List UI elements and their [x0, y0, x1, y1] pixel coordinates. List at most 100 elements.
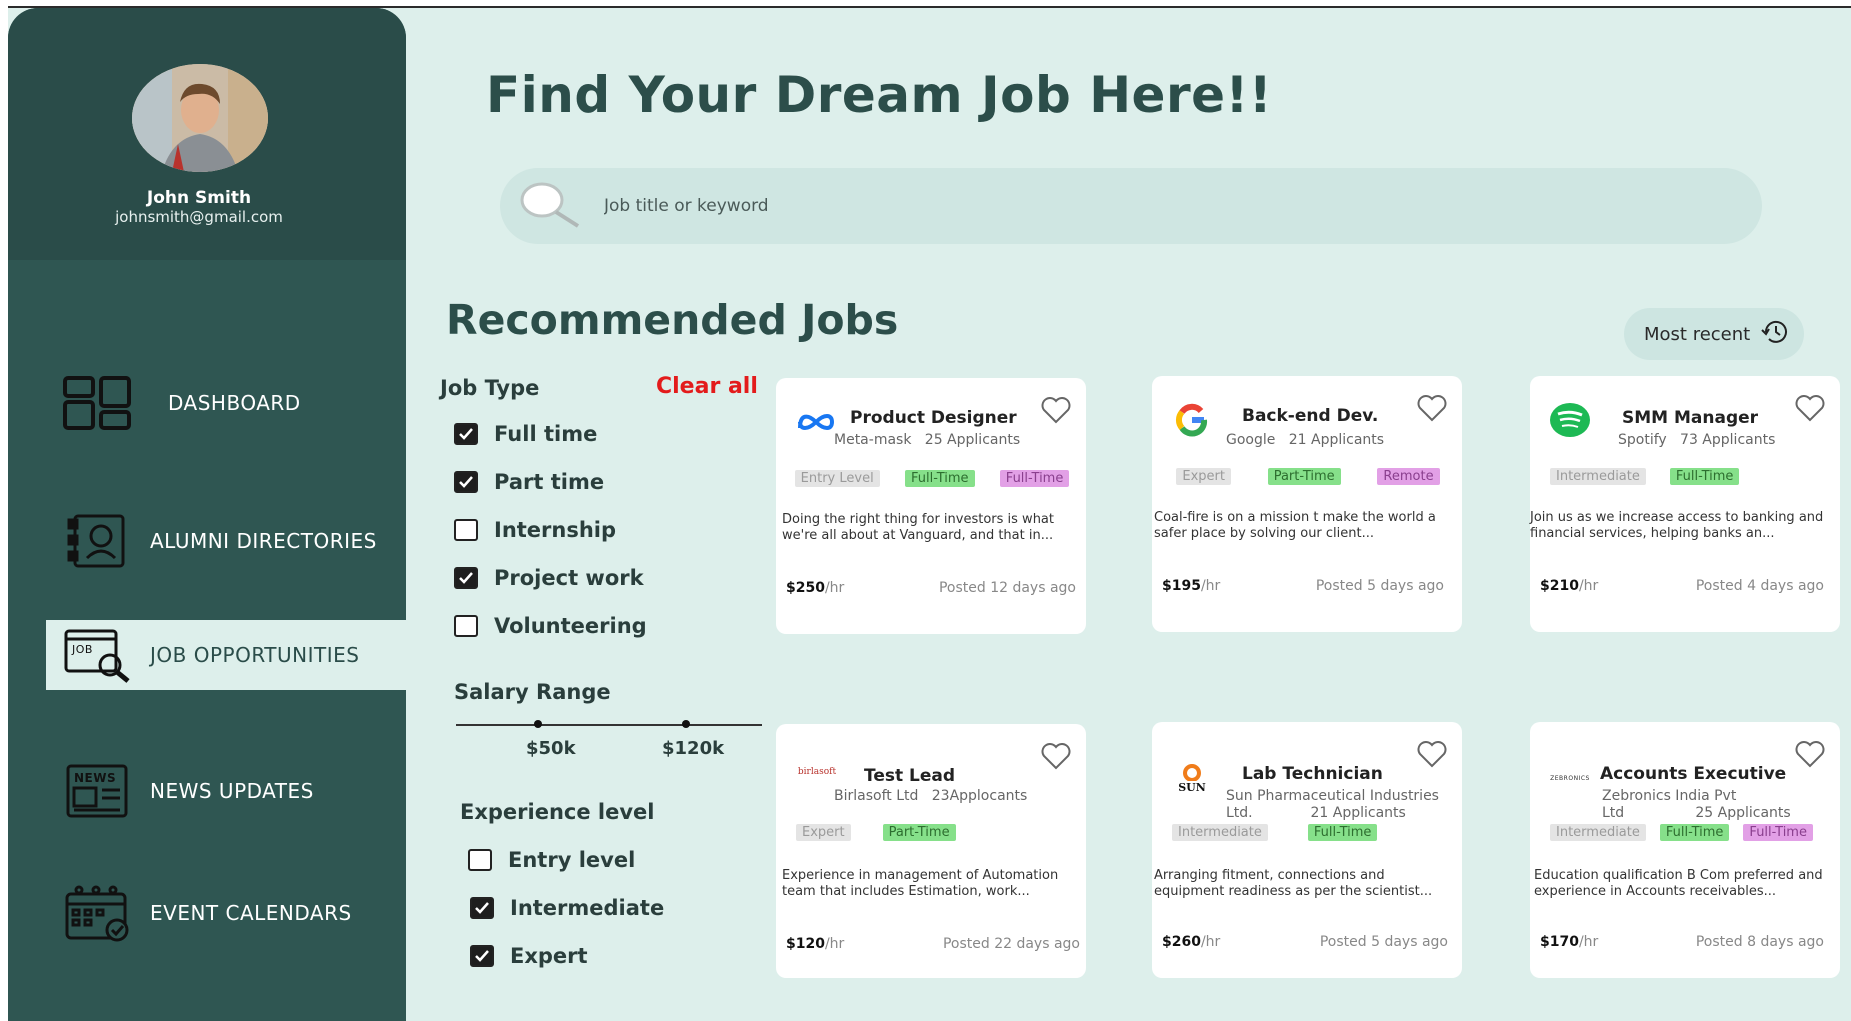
job-rate: $210/hr — [1540, 578, 1599, 594]
nav-label: EVENT CALENDARS — [150, 901, 352, 925]
tag: Intermediate — [1550, 824, 1646, 841]
job-type-project-work[interactable]: Project work — [454, 566, 644, 590]
profile-panel: John Smith johnsmith@gmail.com — [8, 8, 406, 260]
heart-icon[interactable] — [1040, 742, 1072, 770]
job-type-full-time[interactable]: Full time — [454, 422, 597, 446]
heart-icon[interactable] — [1794, 394, 1826, 422]
checkbox-empty-icon[interactable] — [454, 615, 478, 637]
checkbox-label: Entry level — [508, 848, 636, 872]
tag: Remote — [1377, 468, 1440, 485]
meta-logo-icon — [794, 402, 838, 442]
sort-dropdown[interactable]: Most recent — [1624, 308, 1804, 360]
job-card-back-end-dev[interactable]: Back-end Dev. Google 21 Applicants Exper… — [1152, 376, 1462, 632]
search-bar[interactable] — [500, 168, 1762, 244]
tag: Full-Time — [999, 470, 1070, 487]
job-search-icon: JOB — [62, 625, 132, 685]
heart-icon[interactable] — [1794, 740, 1826, 768]
salary-min-label: $50k — [526, 738, 576, 759]
nav-item-dashboard[interactable]: DASHBOARD — [8, 368, 406, 438]
sort-label: Most recent — [1644, 323, 1751, 345]
job-type-internship[interactable]: Internship — [454, 518, 616, 542]
tag: Expert — [1176, 468, 1231, 485]
checkbox-empty-icon[interactable] — [468, 849, 492, 871]
google-logo-icon — [1170, 400, 1214, 440]
job-title: SMM Manager — [1622, 408, 1759, 428]
clear-all-link[interactable]: Clear all — [656, 374, 758, 399]
heart-icon[interactable] — [1416, 740, 1448, 768]
tag: Full-Time — [1669, 468, 1740, 485]
salary-max-label: $120k — [662, 738, 725, 759]
posted-date: Posted 12 days ago — [938, 580, 1076, 596]
tag-list: Intermediate Full-Time Full-Time — [1550, 824, 1850, 841]
experience-intermediate[interactable]: Intermediate — [470, 896, 664, 920]
nav-item-alumni-directories[interactable]: ALUMNI DIRECTORIES — [8, 506, 406, 576]
company-info: Sun Pharmaceutical Industries Ltd. 21 Ap… — [1226, 788, 1439, 821]
tag: Full-Time — [1659, 824, 1730, 841]
job-card-accounts-executive[interactable]: ZEBRONICS Accounts Executive Zebronics I… — [1530, 722, 1840, 978]
tag: Entry Level — [794, 470, 880, 487]
job-rate: $250/hr — [786, 580, 845, 596]
tag-list: Entry Level Full-Time Full-Time — [782, 470, 1082, 487]
search-icon — [518, 180, 584, 230]
user-name: John Smith — [146, 188, 252, 208]
spotify-logo-icon — [1548, 400, 1592, 440]
slider-handle-min[interactable] — [534, 720, 542, 728]
avatar[interactable] — [132, 64, 268, 172]
job-title: Accounts Executive — [1600, 764, 1787, 784]
tag: Full-Time — [1743, 824, 1813, 841]
job-title: Product Designer — [850, 408, 1017, 428]
heart-icon[interactable] — [1416, 394, 1448, 422]
job-title: Test Lead — [864, 766, 956, 786]
sun-pharma-logo-icon: SUN — [1170, 758, 1214, 798]
svg-text:NEWS: NEWS — [74, 771, 116, 785]
checkbox-checked-icon[interactable] — [470, 945, 494, 967]
checkbox-label: Part time — [494, 470, 605, 494]
nav-item-event-calendars[interactable]: EVENT CALENDARS — [8, 878, 406, 948]
experience-entry-level[interactable]: Entry level — [468, 848, 635, 872]
job-card-smm-manager[interactable]: SMM Manager Spotify 73 Applicants Interm… — [1530, 376, 1840, 632]
job-card-lab-technician[interactable]: SUN Lab Technician Sun Pharmaceutical In… — [1152, 722, 1462, 978]
job-rate: $195/hr — [1162, 578, 1221, 594]
job-title: Lab Technician — [1242, 764, 1383, 784]
checkbox-checked-icon[interactable] — [454, 567, 478, 589]
birlasoft-logo-icon: birlasoft — [797, 767, 837, 777]
checkbox-checked-icon[interactable] — [454, 423, 478, 445]
job-description: Doing the right thing for investors is w… — [782, 512, 1054, 543]
salary-range-heading: Salary Range — [454, 680, 611, 704]
salary-slider[interactable] — [456, 720, 762, 728]
tag: Intermediate — [1550, 468, 1646, 485]
job-type-part-time[interactable]: Part time — [454, 470, 604, 494]
job-type-volunteering[interactable]: Volunteering — [454, 614, 647, 638]
experience-expert[interactable]: Expert — [470, 944, 588, 968]
page-title: Find Your Dream Job Here!! — [486, 66, 1273, 124]
tag: Intermediate — [1172, 824, 1268, 841]
job-card-test-lead[interactable]: birlasoft Test Lead Birlasoft Ltd 23Appl… — [776, 724, 1086, 978]
tag: Part-Time — [1267, 468, 1341, 485]
job-description: Education qualification B Com preferred … — [1534, 868, 1823, 899]
nav-label: JOB OPPORTUNITIES — [150, 643, 360, 667]
nav-item-job-opportunities[interactable]: JOB JOB OPPORTUNITIES — [46, 620, 406, 690]
checkbox-checked-icon[interactable] — [454, 471, 478, 493]
company-info: Meta-mask 25 Applicants — [834, 432, 1021, 448]
directory-icon — [62, 511, 132, 571]
job-description: Join us as we increase access to banking… — [1530, 510, 1824, 541]
checkbox-label: Internship — [494, 518, 617, 542]
experience-level-heading: Experience level — [460, 800, 655, 824]
checkbox-checked-icon[interactable] — [470, 897, 494, 919]
search-input[interactable] — [604, 186, 1704, 226]
nav-item-news-updates[interactable]: NEWS NEWS UPDATES — [8, 756, 406, 826]
job-description: Arranging fitment, connections and equip… — [1154, 868, 1433, 899]
heart-icon[interactable] — [1040, 396, 1072, 424]
job-rate: $260/hr — [1162, 934, 1221, 950]
tag: Full-Time — [1307, 824, 1378, 841]
job-card-product-designer[interactable]: Product Designer Meta-mask 25 Applicants… — [776, 378, 1086, 634]
job-description: Coal-fire is on a mission t make the wor… — [1154, 510, 1436, 541]
job-rate: $170/hr — [1540, 934, 1599, 950]
posted-date: Posted 5 days ago — [1319, 934, 1448, 950]
checkbox-empty-icon[interactable] — [454, 519, 478, 541]
company-info: Spotify 73 Applicants — [1618, 432, 1776, 448]
checkbox-label: Volunteering — [494, 614, 647, 638]
calendar-icon — [62, 883, 132, 943]
zebronics-logo-icon: ZEBRONICS — [1550, 774, 1590, 782]
slider-handle-max[interactable] — [682, 720, 690, 728]
